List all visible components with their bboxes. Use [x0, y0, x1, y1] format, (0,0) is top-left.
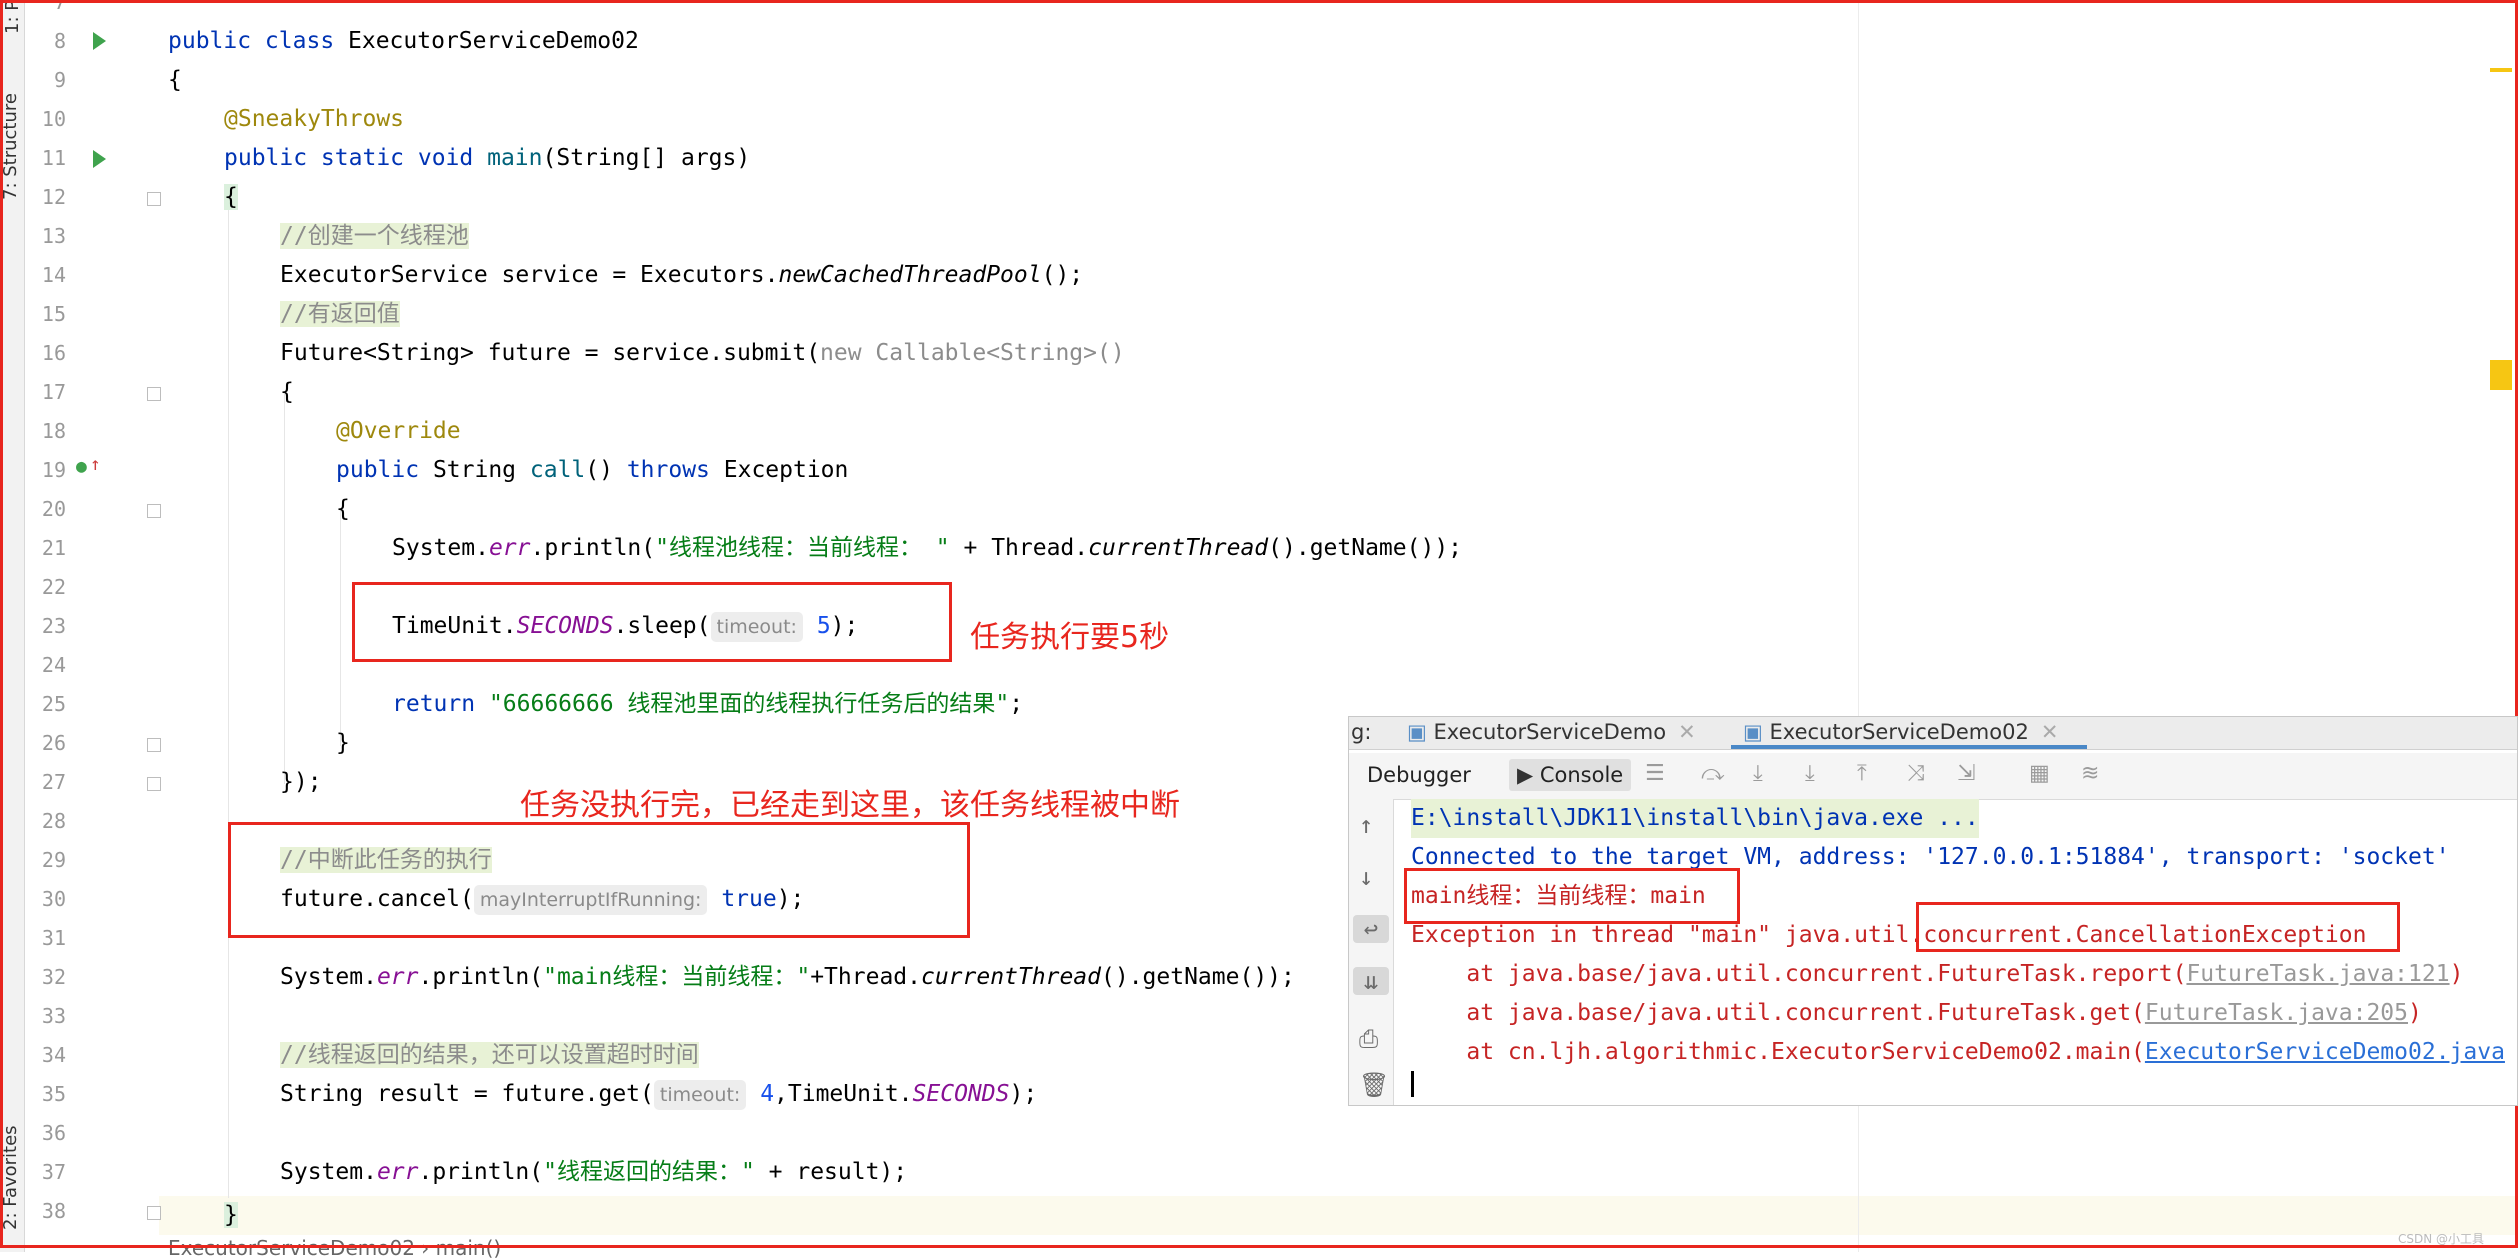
debug-toolbar: Debugger ▶ Console ☰ ⤼ ⤓ ⤓ ⤒ ⤨ ⇲ ▦ ≋ [1349, 753, 2517, 800]
debug-session-tabs: g: ▣ ExecutorServiceDemo ✕ ▣ ExecutorServ… [1349, 717, 2517, 750]
step-out-icon[interactable]: ⤒ [1857, 761, 1867, 786]
evaluate-expression-icon[interactable]: ▦ [2029, 761, 2050, 786]
close-icon[interactable]: ✕ [1678, 720, 1696, 744]
watermark: CSDN @小工具 [2397, 1232, 2484, 1246]
step-over-icon[interactable]: ⤼ [1701, 761, 1725, 786]
run-config-icon: ▣ [1743, 720, 1770, 744]
trace-icon[interactable]: ≋ [2081, 761, 2099, 786]
drop-frame-icon[interactable]: ⤨ [1907, 761, 1925, 786]
down-arrow-icon[interactable]: ↓ [1359, 863, 1373, 891]
sleep-annotation-box [352, 582, 952, 662]
active-tab-indicator [1731, 745, 2087, 749]
console-line-stack-1: at java.base/java.util.concurrent.Future… [1411, 961, 2464, 987]
stack-link[interactable]: ExecutorServiceDemo02.java [2145, 1039, 2505, 1065]
stack-link[interactable]: FutureTask.java:121 [2186, 961, 2449, 987]
run-to-cursor-icon[interactable]: ⇲ [1957, 761, 1975, 786]
close-icon[interactable]: ✕ [2041, 720, 2059, 744]
debugger-tab[interactable]: Debugger [1367, 763, 1471, 787]
scroll-to-end-icon[interactable]: ⇊ [1353, 967, 1389, 995]
console-line-stack-2: at java.base/java.util.concurrent.Future… [1411, 1000, 2422, 1026]
console-line-command: E:\install\JDK11\install\bin\java.exe ..… [1411, 799, 1979, 838]
print-icon[interactable]: ⎙ [1359, 1025, 1378, 1053]
trash-icon[interactable]: 🗑 [1359, 1071, 1389, 1099]
stack-link[interactable]: FutureTask.java:205 [2145, 1000, 2408, 1026]
console-line-stack-3: at cn.ljh.algorithmic.ExecutorServiceDem… [1411, 1039, 2505, 1065]
force-step-into-icon[interactable]: ⤓ [1805, 761, 1815, 786]
layout-icon[interactable]: ☰ [1645, 761, 1665, 786]
soft-wrap-icon[interactable]: ↩ [1353, 915, 1389, 943]
step-into-icon[interactable]: ⤓ [1753, 761, 1763, 786]
console-side-toolbar: ↑ ↓ ↩ ⇊ ⎙ 🗑 [1349, 799, 1394, 1105]
sleep-annotation-text: 任务执行要5秒 [970, 620, 1170, 655]
main-thread-annotation-box [1404, 868, 1740, 924]
debug-tab-prefix: g: [1351, 720, 1372, 744]
scrollbar-marker[interactable] [2490, 68, 2512, 72]
run-config-icon: ▣ [1407, 720, 1434, 744]
console-icon: ▶ [1517, 763, 1540, 787]
console-tab[interactable]: ▶ Console [1509, 759, 1632, 791]
scrollbar-marker[interactable] [2490, 360, 2512, 390]
console-caret [1411, 1071, 1414, 1097]
up-arrow-icon[interactable]: ↑ [1359, 811, 1373, 839]
debug-tab-executorservicedemo[interactable]: ▣ ExecutorServiceDemo ✕ [1407, 717, 1696, 747]
exception-annotation-box [1916, 902, 2400, 952]
debug-tab-executorservicedemo02[interactable]: ▣ ExecutorServiceDemo02 ✕ [1743, 717, 2058, 747]
cancel-annotation-box [228, 822, 970, 938]
cancel-annotation-text: 任务没执行完，已经走到这里，该任务线程被中断 [520, 788, 1180, 823]
